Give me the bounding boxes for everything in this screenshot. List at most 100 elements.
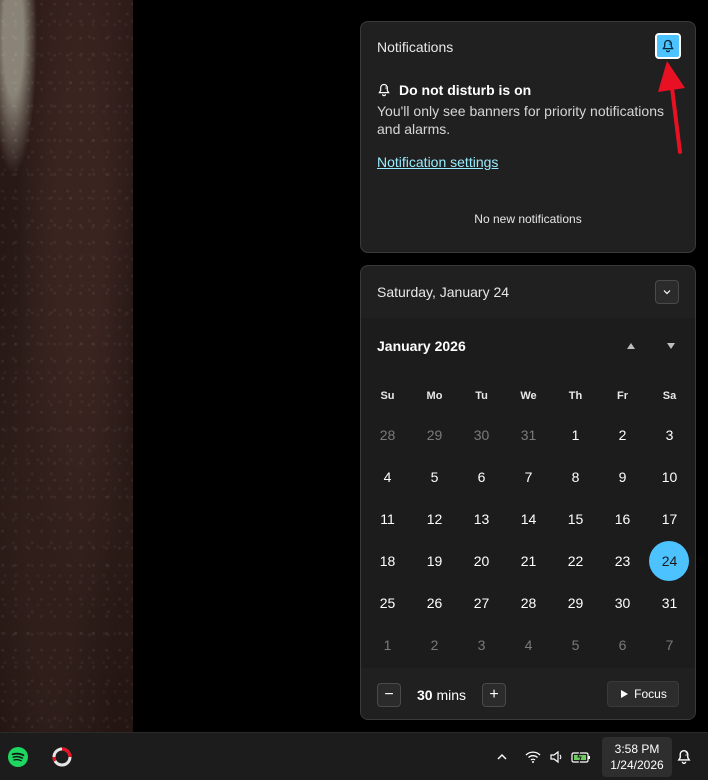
calendar-day[interactable]: 30 — [599, 582, 646, 624]
system-clock[interactable]: 3:58 PM 1/24/2026 — [602, 737, 672, 777]
calendar-day-number: 11 — [380, 511, 395, 527]
focus-duration-value: 30 — [417, 687, 433, 703]
app-ring-icon[interactable] — [50, 745, 74, 769]
do-not-disturb-toggle[interactable]: z — [655, 33, 681, 59]
calendar-day[interactable]: 22 — [552, 540, 599, 582]
calendar-day[interactable]: 31 — [646, 582, 693, 624]
weekday-header: Sa — [662, 390, 677, 402]
dnd-bell-icon: z — [378, 83, 390, 97]
dnd-bell-icon[interactable]: z — [672, 745, 696, 769]
clock-date: 1/24/2026 — [610, 758, 664, 772]
calendar-day[interactable]: 31 — [505, 414, 552, 456]
calendar-day[interactable]: 6 — [458, 456, 505, 498]
calendar-day-number: 2 — [430, 637, 439, 653]
calendar-day[interactable]: 1 — [552, 414, 599, 456]
calendar-day[interactable]: 30 — [458, 414, 505, 456]
calendar-day[interactable]: 5 — [552, 624, 599, 666]
calendar-day[interactable]: 6 — [599, 624, 646, 666]
calendar-day[interactable]: 26 — [411, 582, 458, 624]
calendar-day-number: 30 — [473, 427, 490, 443]
calendar-day-number: 29 — [426, 427, 443, 443]
weekday-header: Fr — [617, 390, 628, 402]
increase-focus-time-button[interactable]: + — [482, 683, 506, 707]
decrease-focus-time-button[interactable]: − — [377, 683, 401, 707]
calendar-day-number: 16 — [614, 511, 631, 527]
calendar-day[interactable]: 29 — [552, 582, 599, 624]
calendar-day[interactable]: 9 — [599, 456, 646, 498]
chevron-down-icon — [663, 290, 671, 295]
calendar-day-number: 3 — [665, 427, 674, 443]
calendar-day[interactable]: 2 — [599, 414, 646, 456]
calendar-day[interactable]: 16 — [599, 498, 646, 540]
calendar-day-number: 2 — [618, 427, 627, 443]
collapse-calendar-button[interactable] — [655, 280, 679, 304]
dnd-description: You'll only see banners for priority not… — [377, 103, 664, 137]
calendar-day-number: 14 — [520, 511, 537, 527]
focus-duration: 30 mins — [417, 687, 466, 703]
focus-session-bar: − 30 mins + Focus — [361, 668, 695, 719]
triangle-up-icon — [627, 343, 635, 349]
wifi-icon[interactable] — [521, 745, 545, 769]
calendar-day[interactable]: 27 — [458, 582, 505, 624]
calendar-day[interactable]: 14 — [505, 498, 552, 540]
calendar-day[interactable]: 17 — [646, 498, 693, 540]
calendar-day-number: 22 — [567, 553, 584, 569]
calendar-day[interactable]: 12 — [411, 498, 458, 540]
triangle-down-icon — [667, 343, 675, 349]
notifications-panel: Notifications z z Do not disturb is on Y… — [360, 21, 696, 253]
calendar-day[interactable]: 23 — [599, 540, 646, 582]
calendar-day[interactable]: 21 — [505, 540, 552, 582]
calendar-day-number: 4 — [524, 637, 533, 653]
chevron-up-icon[interactable] — [490, 745, 514, 769]
volume-icon[interactable] — [545, 745, 569, 769]
next-month-button[interactable] — [663, 338, 679, 354]
calendar-day-number: 10 — [661, 469, 678, 485]
start-focus-button[interactable]: Focus — [607, 681, 679, 707]
calendar-day[interactable]: 1 — [364, 624, 411, 666]
dnd-bell-icon: z — [662, 39, 674, 53]
calendar-day-number: 26 — [426, 595, 443, 611]
calendar-day[interactable]: 11 — [364, 498, 411, 540]
calendar-day[interactable]: 10 — [646, 456, 693, 498]
calendar-day[interactable]: 13 — [458, 498, 505, 540]
calendar-day-today[interactable]: 24 — [646, 540, 693, 582]
notification-settings-link[interactable]: Notification settings — [377, 154, 498, 170]
calendar-day[interactable]: 4 — [364, 456, 411, 498]
calendar-day[interactable]: 7 — [505, 456, 552, 498]
calendar-day-number: 1 — [383, 637, 392, 653]
calendar-day[interactable]: 4 — [505, 624, 552, 666]
calendar-day[interactable]: 3 — [458, 624, 505, 666]
notifications-title: Notifications — [377, 39, 454, 55]
calendar-panel: Saturday, January 24 January 2026 Su Mo Tu… — [360, 265, 696, 720]
annotation-arrow — [658, 61, 685, 154]
calendar-day[interactable]: 8 — [552, 456, 599, 498]
desktop-wallpaper — [0, 0, 133, 732]
calendar-day-number: 25 — [379, 595, 396, 611]
calendar-day[interactable]: 25 — [364, 582, 411, 624]
calendar-day[interactable]: 5 — [411, 456, 458, 498]
calendar-day[interactable]: 18 — [364, 540, 411, 582]
calendar-day[interactable]: 20 — [458, 540, 505, 582]
calendar-day[interactable]: 28 — [505, 582, 552, 624]
calendar-day[interactable]: 15 — [552, 498, 599, 540]
weekday-header: Mo — [426, 390, 443, 402]
month-title[interactable]: January 2026 — [377, 338, 466, 354]
calendar-day[interactable]: 28 — [364, 414, 411, 456]
calendar-day[interactable]: 3 — [646, 414, 693, 456]
calendar-date-title: Saturday, January 24 — [377, 284, 510, 300]
focus-duration-unit: mins — [436, 687, 467, 703]
calendar-day[interactable]: 19 — [411, 540, 458, 582]
calendar-day-number: 29 — [567, 595, 584, 611]
spotify-icon[interactable] — [6, 745, 30, 769]
calendar-day[interactable]: 7 — [646, 624, 693, 666]
calendar-day[interactable]: 29 — [411, 414, 458, 456]
battery-icon[interactable] — [569, 745, 593, 769]
taskbar: 3:58 PM 1/24/2026 z — [0, 732, 708, 780]
calendar-day-number: 20 — [473, 553, 490, 569]
weekday-header: Th — [568, 390, 583, 402]
calendar-day[interactable]: 2 — [411, 624, 458, 666]
calendar-day-number: 13 — [473, 511, 490, 527]
previous-month-button[interactable] — [623, 338, 639, 354]
calendar-day-number: 30 — [614, 595, 631, 611]
weekday-header: Tu — [475, 390, 488, 402]
